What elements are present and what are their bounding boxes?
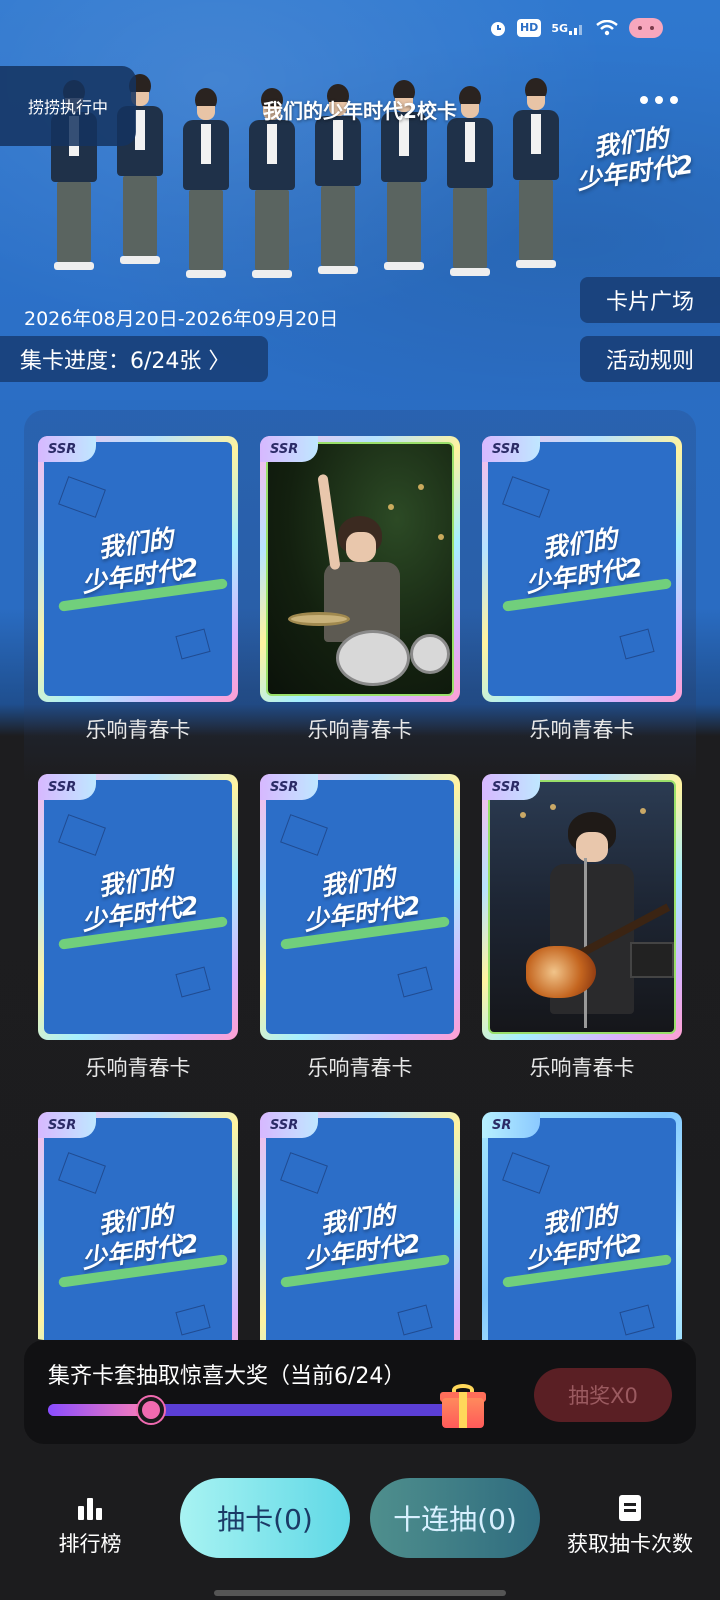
5g-signal-icon: 5G xyxy=(551,18,586,38)
card-plaza-button[interactable]: 卡片广场 xyxy=(580,277,720,323)
gift-icon xyxy=(440,1384,486,1430)
lottery-label: 抽奖X0 xyxy=(568,1384,638,1408)
card-frame: SSR 我们的 少年时代2 xyxy=(38,436,238,702)
pig-icon xyxy=(628,18,664,38)
card-frame: SSR 我们的 少年时代2 xyxy=(260,1112,460,1340)
card-cell[interactable]: SSR 我们的 少年时代2 乐响青春卡 xyxy=(260,774,460,1112)
card-cover: 我们的 少年时代2 xyxy=(488,442,676,696)
card-frame: SSR 我们的 少年时代2 xyxy=(38,774,238,1040)
card-cell[interactable]: SR 我们的 少年时代2 xyxy=(482,1112,682,1340)
bottom-bar: 排行榜 抽卡(0) 十连抽(0) 获取抽卡次数 xyxy=(0,1460,720,1600)
card-frame: SSR xyxy=(482,774,682,1040)
get-draw-chances-label: 获取抽卡次数 xyxy=(567,1532,693,1556)
reward-progress-fill xyxy=(48,1404,151,1416)
dot-icon xyxy=(640,96,648,104)
status-bar: HD 5G xyxy=(489,18,664,38)
rarity-badge: SSR xyxy=(38,436,96,462)
collection-progress-link[interactable]: 集卡进度：6/24张 〉 xyxy=(0,336,268,382)
card-frame: SSR xyxy=(260,436,460,702)
card-label: 乐响青春卡 xyxy=(85,718,191,742)
card-cell[interactable]: SSR 我们的 少年时代2 乐响青春卡 xyxy=(38,436,238,774)
dot-icon xyxy=(655,96,663,104)
wifi-icon xyxy=(596,18,618,38)
card-cell[interactable]: SSR 乐响青春卡 xyxy=(260,436,460,774)
card-photo-drummer xyxy=(266,442,454,696)
card-frame: SSR 我们的 少年时代2 xyxy=(260,774,460,1040)
card-plaza-label: 卡片广场 xyxy=(605,290,694,315)
more-options-button[interactable] xyxy=(640,96,678,104)
card-cover: 我们的 少年时代2 xyxy=(44,442,232,696)
draw-ten-label: 十连抽(0) xyxy=(393,1503,517,1536)
rarity-badge: SSR xyxy=(38,1112,96,1138)
draw-ten-button[interactable]: 十连抽(0) xyxy=(370,1478,540,1558)
rarity-badge: SSR xyxy=(38,774,96,800)
hd-icon: HD xyxy=(516,19,542,37)
card-cover: 我们的 少年时代2 xyxy=(266,780,454,1034)
draw-one-label: 抽卡(0) xyxy=(217,1503,313,1536)
lottery-button[interactable]: 抽奖X0 xyxy=(534,1368,672,1422)
activity-rules-label: 活动规则 xyxy=(605,349,694,374)
document-icon xyxy=(619,1495,641,1521)
card-label: 乐响青春卡 xyxy=(529,1056,635,1080)
reward-progress-knob xyxy=(137,1397,164,1423)
event-date-range: 2026年08月20日-2026年09月20日 xyxy=(24,308,339,330)
card-label: 乐响青春卡 xyxy=(85,1056,191,1080)
card-frame: SSR 我们的 少年时代2 xyxy=(38,1112,238,1340)
collection-progress-label: 集卡进度：6/24张 〉 xyxy=(20,349,231,374)
rarity-badge: SSR xyxy=(260,436,318,462)
get-draw-chances-button[interactable]: 获取抽卡次数 xyxy=(560,1494,700,1558)
card-cell[interactable]: SSR 我们的 少年时代2 xyxy=(260,1112,460,1340)
card-label: 乐响青春卡 xyxy=(529,718,635,742)
card-frame: SSR 我们的 少年时代2 xyxy=(482,436,682,702)
network-label: 5G xyxy=(551,21,568,35)
home-indicator[interactable] xyxy=(214,1590,506,1596)
rarity-badge: SSR xyxy=(482,436,540,462)
draw-one-button[interactable]: 抽卡(0) xyxy=(180,1478,350,1558)
card-cover: 我们的 少年时代2 xyxy=(266,1118,454,1340)
ranking-label: 排行榜 xyxy=(58,1532,122,1556)
rarity-badge: SSR xyxy=(260,774,318,800)
rarity-badge: SR xyxy=(482,1112,540,1138)
card-grid: SSR 我们的 少年时代2 乐响青春卡 SSR 乐响青春卡 SSR 我们的 少年… xyxy=(38,436,682,1340)
rarity-badge: SSR xyxy=(482,774,540,800)
card-label: 乐响青春卡 xyxy=(307,718,413,742)
card-cell[interactable]: SSR 我们的 少年时代2 xyxy=(38,1112,238,1340)
reward-description: 集齐卡套抽取惊喜大奖（当前6/24） xyxy=(48,1364,406,1389)
alarm-icon xyxy=(489,18,507,38)
card-grid-panel: SSR 我们的 少年时代2 乐响青春卡 SSR 乐响青春卡 SSR 我们的 少年… xyxy=(24,410,696,1340)
card-photo-guitarist xyxy=(488,780,676,1034)
rarity-badge: SSR xyxy=(260,1112,318,1138)
card-cell[interactable]: SSR 我们的 少年时代2 乐响青春卡 xyxy=(482,436,682,774)
card-cell[interactable]: SSR 我们的 少年时代2 乐响青春卡 xyxy=(38,774,238,1112)
dot-icon xyxy=(670,96,678,104)
reward-progress-bar xyxy=(48,1397,458,1423)
ranking-icon xyxy=(78,1498,102,1520)
activity-rules-button[interactable]: 活动规则 xyxy=(580,336,720,382)
card-frame: SR 我们的 少年时代2 xyxy=(482,1112,682,1340)
card-label: 乐响青春卡 xyxy=(307,1056,413,1080)
reward-panel: 集齐卡套抽取惊喜大奖（当前6/24） 抽奖X0 xyxy=(24,1340,696,1444)
card-cover: 我们的 少年时代2 xyxy=(44,780,232,1034)
page-title: 我们的少年时代2校卡 xyxy=(263,99,457,123)
card-cover: 我们的 少年时代2 xyxy=(488,1118,676,1340)
card-cover: 我们的 少年时代2 xyxy=(44,1118,232,1340)
ranking-button[interactable]: 排行榜 xyxy=(20,1494,160,1558)
card-cell[interactable]: SSR 乐响青春卡 xyxy=(482,774,682,1112)
